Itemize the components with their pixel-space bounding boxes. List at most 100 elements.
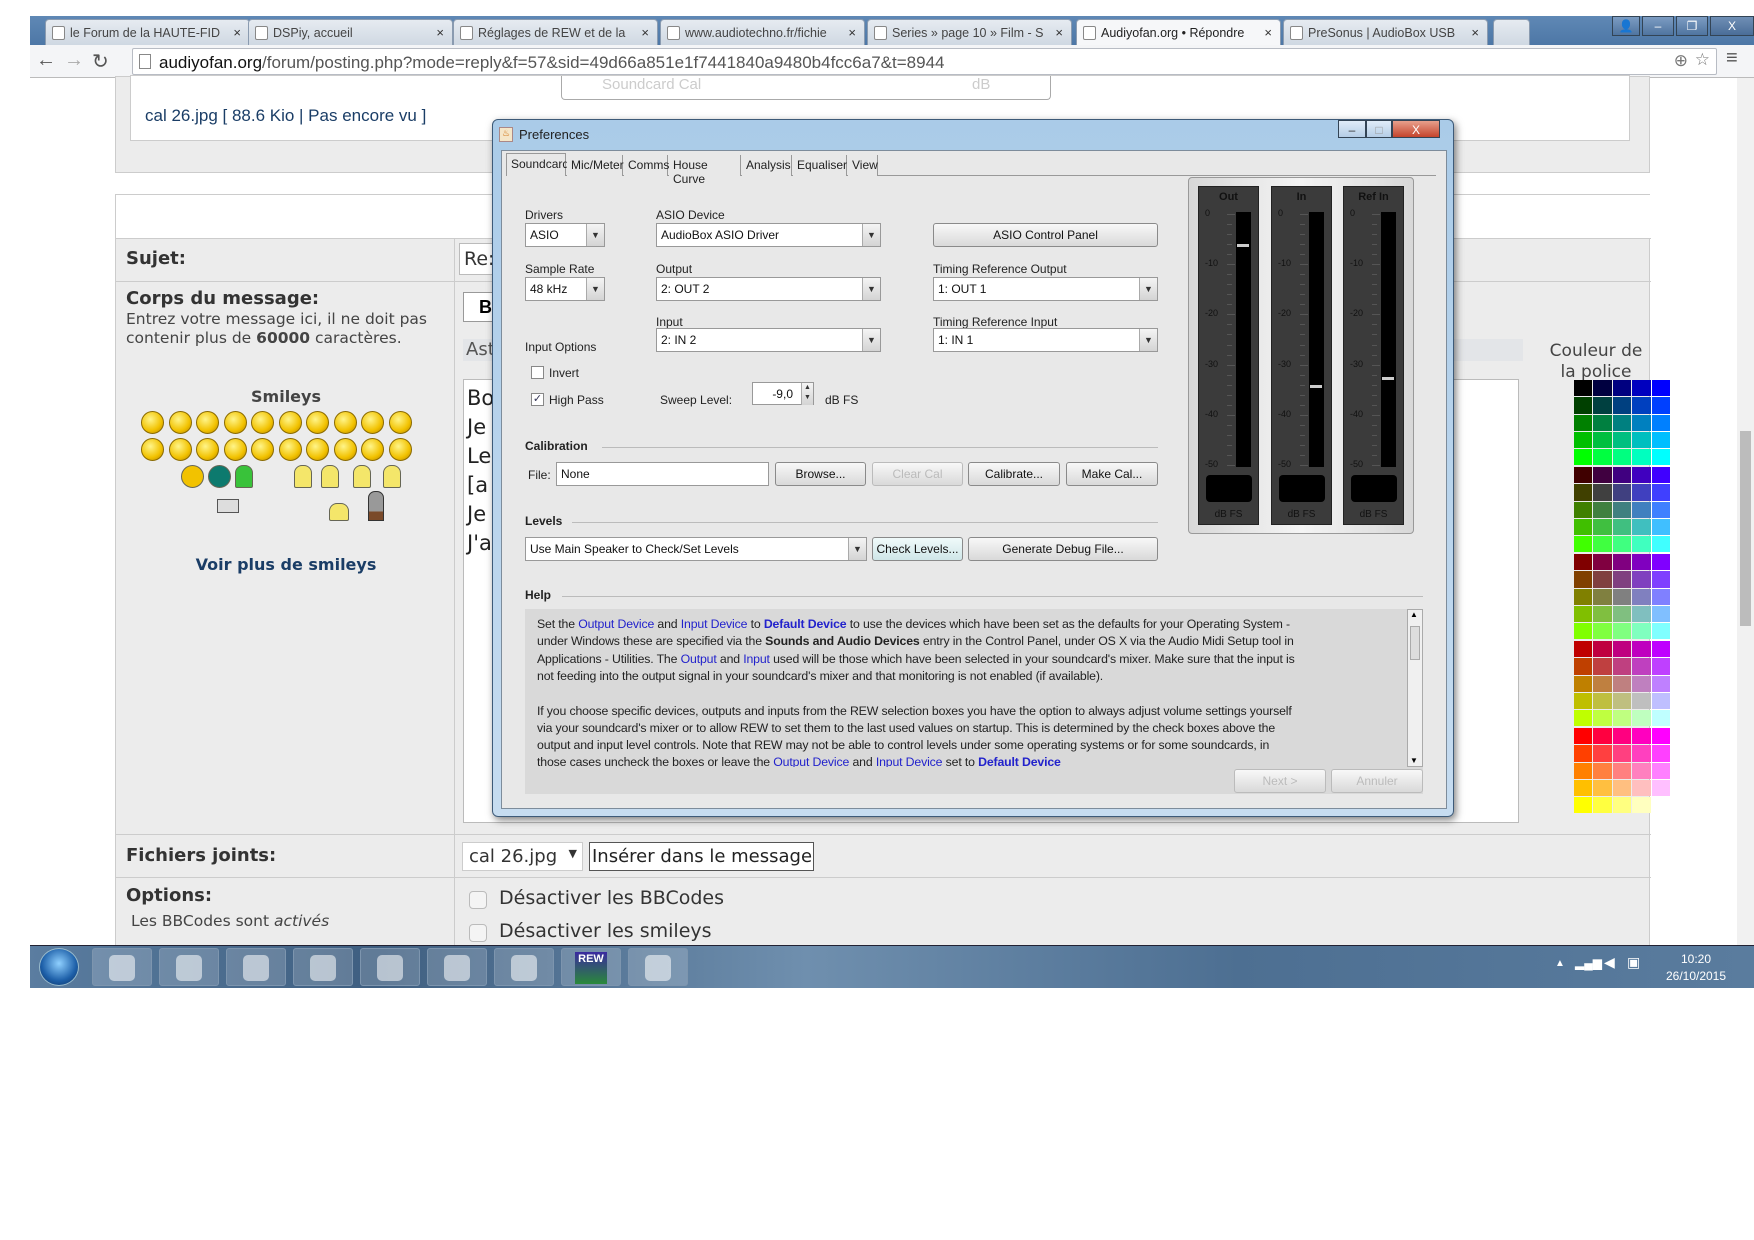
help-scrollbar-thumb[interactable] [1410,626,1420,660]
browse-button[interactable]: Browse... [775,462,866,486]
color-swatch[interactable] [1593,797,1612,814]
help-scrollbar[interactable]: ▲ ▼ [1407,609,1423,767]
drivers-combo[interactable]: ASIO ▼ [525,223,605,247]
smiley-icon[interactable] [329,503,349,521]
color-swatch[interactable] [1612,414,1632,431]
help-link[interactable]: Input Device [876,755,943,767]
help-link[interactable]: Output [681,652,717,666]
smiley-icon[interactable] [223,411,247,434]
taskbar-ccleaner-button[interactable] [360,948,420,986]
input-combo[interactable]: 2: IN 2 ▼ [656,328,881,352]
browser-tab[interactable]: Series » page 10 » Film - S × [867,19,1072,45]
color-swatch[interactable] [1574,554,1593,571]
color-swatch[interactable] [1612,397,1632,414]
browser-tab[interactable]: le Forum de la HAUTE-FID × [45,19,250,45]
smiley-icon[interactable] [181,465,204,488]
browser-tab[interactable]: PreSonus | AudioBox USB × [1283,19,1488,45]
taskbar-rew-button[interactable]: REW [561,948,621,986]
color-swatch[interactable] [1574,605,1593,623]
color-swatch[interactable] [1574,571,1593,588]
color-swatch[interactable] [1593,641,1612,658]
color-swatch[interactable] [1612,762,1632,779]
smiley-icon[interactable] [361,411,384,434]
color-swatch[interactable] [1593,397,1612,414]
color-swatch[interactable] [1632,397,1651,414]
tab-comms[interactable]: Comms [624,155,669,176]
dialog-close-button[interactable]: X [1392,120,1440,138]
smiley-icon[interactable] [278,411,302,434]
user-icon[interactable]: 👤 [1612,16,1640,36]
forward-icon[interactable]: → [64,49,84,72]
color-swatch[interactable] [1651,623,1670,640]
color-swatch[interactable] [1612,449,1632,466]
color-swatch[interactable] [1593,518,1612,536]
color-swatch[interactable] [1593,728,1612,745]
color-swatch[interactable] [1632,641,1651,658]
smiley-icon[interactable] [251,411,274,434]
help-link[interactable]: Output Device [773,755,849,767]
color-swatch[interactable] [1651,692,1670,710]
tab-close-icon[interactable]: × [848,25,856,40]
color-swatch[interactable] [1593,675,1612,692]
color-swatch[interactable] [1612,745,1632,762]
color-swatch[interactable] [1593,380,1612,397]
color-swatch[interactable] [1612,728,1632,745]
timing-out-combo[interactable]: 1: OUT 1 ▼ [933,277,1158,301]
color-swatch[interactable] [1632,501,1651,518]
smiley-icon[interactable] [168,411,192,434]
color-swatch[interactable] [1612,692,1632,710]
color-swatch[interactable] [1612,554,1632,571]
color-swatch[interactable] [1574,623,1593,640]
color-swatch[interactable] [1651,467,1670,484]
color-swatch[interactable] [1632,692,1651,710]
color-swatch[interactable] [1651,779,1670,797]
color-swatch[interactable] [1574,536,1593,553]
scroll-up-icon[interactable]: ▲ [1410,610,1418,619]
tab-soundcard[interactable]: Soundcard [506,153,569,176]
color-swatch[interactable] [1612,779,1632,797]
asio-control-panel-button[interactable]: ASIO Control Panel [933,223,1158,247]
color-swatch[interactable] [1593,414,1612,431]
color-swatch[interactable] [1574,710,1593,727]
color-swatch[interactable] [1574,762,1593,779]
network-icon[interactable]: ▂▄▆ [1575,956,1602,970]
color-swatch[interactable] [1632,797,1651,814]
color-swatch[interactable] [1612,536,1632,553]
color-swatch[interactable] [1651,518,1670,536]
color-swatch[interactable] [1574,658,1593,675]
color-swatch[interactable] [1632,449,1651,466]
browser-tab[interactable]: www.audiotechno.fr/fichie × [660,19,865,45]
browser-tab[interactable]: Audiyofan.org • Répondre × [1076,19,1281,45]
close-window-button[interactable]: X [1710,16,1754,36]
color-swatch[interactable] [1651,797,1670,814]
tab-close-icon[interactable]: × [1264,25,1272,40]
sweep-level-spinner[interactable]: -9,0 ▲ ▼ [752,382,814,405]
smiley-icon[interactable] [141,438,164,461]
color-swatch[interactable] [1651,431,1670,449]
help-link[interactable]: Default Device [764,617,847,631]
color-swatch[interactable] [1632,518,1651,536]
dialog-maximize-button[interactable]: □ [1366,120,1392,138]
taskbar-usb-tool-button[interactable] [494,948,554,986]
levels-combo[interactable]: Use Main Speaker to Check/Set Levels ▼ [525,537,867,561]
color-swatch[interactable] [1612,467,1632,484]
browser-tab[interactable]: DSPiy, accueil × [248,19,453,45]
tab-close-icon[interactable]: × [1055,25,1063,40]
color-swatch[interactable] [1632,605,1651,623]
color-swatch[interactable] [1632,536,1651,553]
tab-mic-meter[interactable]: Mic/Meter [567,155,624,176]
menu-icon[interactable]: ≡ [1726,47,1738,70]
color-swatch[interactable] [1593,536,1612,553]
color-swatch[interactable] [1593,484,1612,501]
color-swatch[interactable] [1651,380,1670,397]
tab-close-icon[interactable]: × [233,25,241,40]
color-swatch[interactable] [1612,501,1632,518]
taskbar-control-panel-button[interactable] [427,948,487,986]
color-swatch[interactable] [1574,641,1593,658]
volume-icon[interactable]: ◀ [1604,954,1615,971]
start-button[interactable] [39,948,79,986]
high-pass-checkbox[interactable]: ✓ [531,393,544,406]
color-swatch[interactable] [1632,467,1651,484]
color-swatch[interactable] [1651,501,1670,518]
color-swatch[interactable] [1612,588,1632,605]
